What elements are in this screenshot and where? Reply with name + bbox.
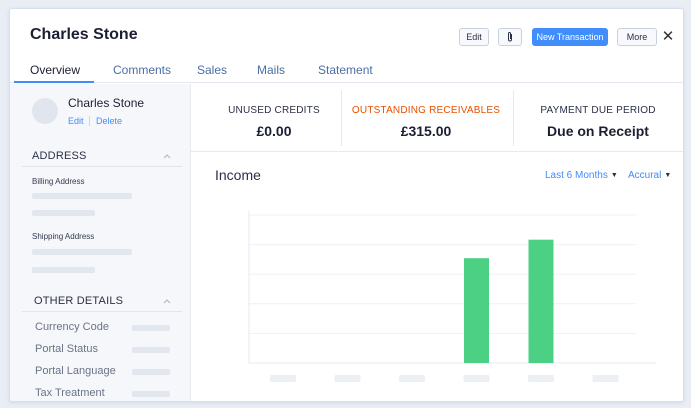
- avatar: [32, 98, 58, 124]
- divider: [22, 166, 182, 167]
- placeholder-value: [132, 347, 170, 353]
- other-details-heading: OTHER DETAILS: [34, 295, 124, 307]
- tab-bar: Overview Comments Sales Mails Statement: [10, 59, 683, 83]
- active-tab-indicator: [14, 81, 94, 83]
- summary-strip: UNUSED CREDITS £0.00 OUTSTANDING RECEIVA…: [191, 84, 683, 152]
- customer-detail-panel: Charles Stone Edit New Transaction More …: [9, 8, 684, 402]
- edit-button[interactable]: Edit: [459, 28, 489, 46]
- chart-x-tick-placeholder: [528, 375, 554, 382]
- contact-edit-link[interactable]: Edit: [68, 116, 84, 126]
- summary-label: OUTSTANDING RECEIVABLES: [351, 105, 501, 116]
- chart-x-tick-placeholder: [592, 375, 619, 382]
- chart-x-tick-placeholder: [334, 375, 361, 382]
- more-button[interactable]: More: [617, 28, 657, 46]
- placeholder-line: [32, 210, 95, 216]
- placeholder-line: [32, 249, 132, 255]
- unused-credits-card: UNUSED CREDITS £0.00: [191, 84, 357, 152]
- sidebar: Charles Stone Edit Delete ADDRESS Billin…: [10, 84, 191, 401]
- summary-value: £0.00: [256, 123, 292, 139]
- link-separator: [89, 116, 90, 126]
- summary-label: PAYMENT DUE PERIOD: [540, 105, 656, 116]
- outstanding-receivables-card: OUTSTANDING RECEIVABLES £315.00: [341, 84, 511, 152]
- billing-address-label: Billing Address: [32, 177, 85, 186]
- summary-value: £315.00: [400, 123, 452, 139]
- summary-label: UNUSED CREDITS: [228, 105, 320, 116]
- chart-x-tick-placeholder: [399, 375, 425, 382]
- summary-value: Due on Receipt: [547, 123, 649, 139]
- new-transaction-button[interactable]: New Transaction: [532, 28, 608, 46]
- portal-language-label: Portal Language: [35, 365, 116, 377]
- chevron-up-icon[interactable]: [163, 297, 171, 305]
- currency-code-label: Currency Code: [35, 321, 109, 333]
- chart-x-tick-placeholder: [270, 375, 296, 382]
- contact-name: Charles Stone: [68, 96, 145, 110]
- placeholder-value: [132, 369, 170, 375]
- portal-status-label: Portal Status: [35, 343, 98, 355]
- income-chart: [248, 211, 656, 382]
- tab-overview[interactable]: Overview: [30, 63, 80, 77]
- chart-bar: [464, 258, 489, 363]
- tab-mails[interactable]: Mails: [257, 63, 285, 77]
- placeholder-value: [132, 391, 170, 397]
- placeholder-line: [32, 267, 95, 273]
- shipping-address-label: Shipping Address: [32, 232, 95, 241]
- tax-treatment-label: Tax Treatment: [35, 387, 105, 399]
- contact-delete-link[interactable]: Delete: [96, 116, 122, 126]
- divider: [22, 311, 182, 312]
- attach-button[interactable]: [498, 28, 522, 46]
- panel-header: Charles Stone Edit New Transaction More …: [10, 9, 683, 59]
- tab-sales[interactable]: Sales: [197, 63, 227, 77]
- tab-statement[interactable]: Statement: [318, 63, 373, 77]
- income-chart-card: Income Last 6 Months ▼ Accural ▼: [206, 158, 676, 398]
- chart-bar: [528, 239, 554, 363]
- chart-x-tick-placeholder: [463, 375, 490, 382]
- payment-due-period-card: PAYMENT DUE PERIOD Due on Receipt: [513, 84, 683, 152]
- placeholder-line: [32, 193, 132, 199]
- tab-comments[interactable]: Comments: [113, 63, 171, 77]
- close-icon[interactable]: ✕: [661, 27, 675, 45]
- page-title: Charles Stone: [30, 26, 138, 43]
- placeholder-value: [132, 325, 170, 331]
- chevron-up-icon[interactable]: [163, 152, 171, 160]
- address-heading: ADDRESS: [32, 150, 87, 162]
- paperclip-icon: [508, 32, 512, 42]
